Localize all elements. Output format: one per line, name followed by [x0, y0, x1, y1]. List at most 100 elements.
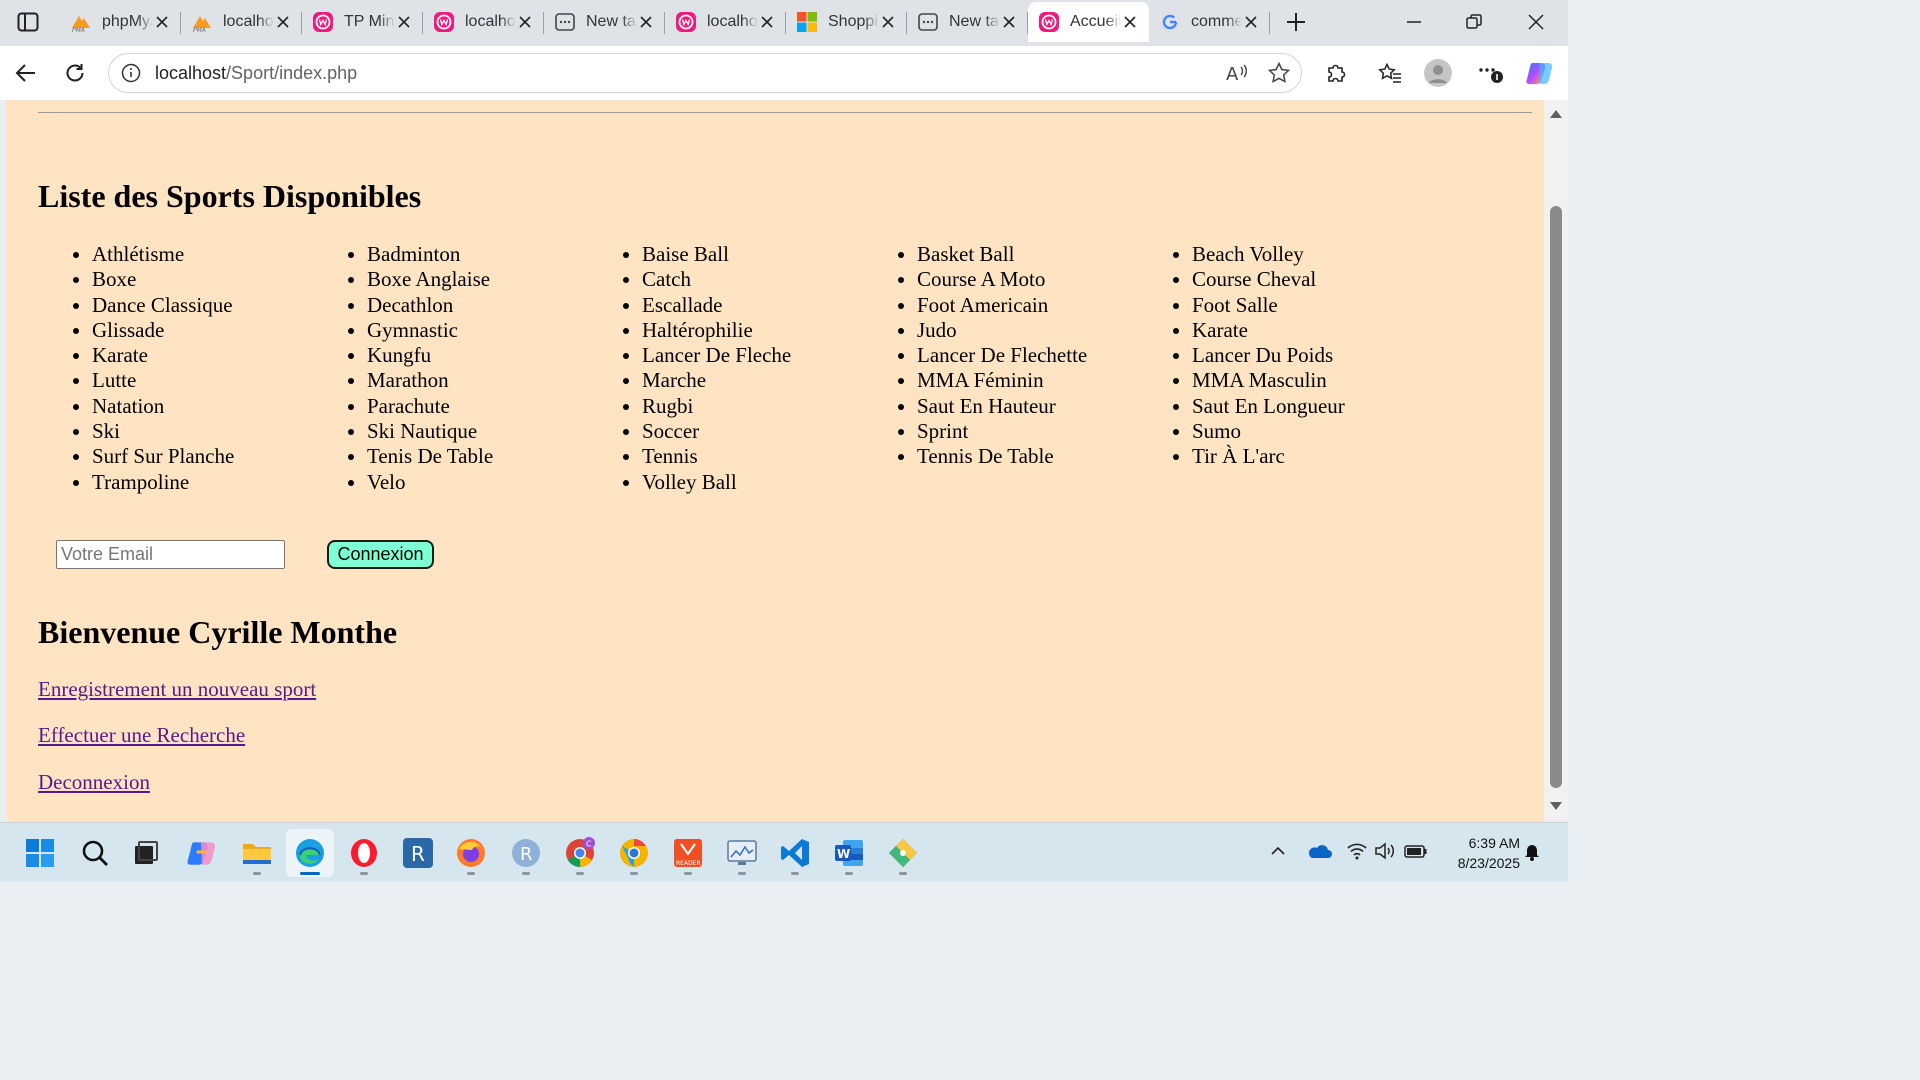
profile-button[interactable] [1420, 55, 1456, 91]
close-tab-icon[interactable] [274, 13, 292, 31]
tab-actions-button[interactable] [8, 6, 48, 38]
taskbar-firefox-button[interactable] [447, 829, 495, 877]
close-tab-icon[interactable] [516, 13, 534, 31]
sport-item: Lancer De Flechette [917, 343, 1138, 368]
r-icon: R [510, 837, 542, 869]
taskbar-task-view-button[interactable] [122, 829, 170, 877]
sport-item: MMA Féminin [917, 368, 1138, 393]
settings-more-button[interactable] [1472, 55, 1508, 91]
site-info-icon[interactable] [121, 63, 141, 87]
search-icon [81, 839, 109, 867]
vertical-scrollbar[interactable] [1544, 100, 1568, 822]
favorites-icon [1378, 62, 1401, 83]
close-tab-icon[interactable] [153, 13, 171, 31]
close-tab-icon[interactable] [1000, 13, 1018, 31]
running-indicator [845, 872, 853, 875]
taskbar-git-button[interactable] [879, 829, 927, 877]
close-tab-icon[interactable] [1242, 13, 1260, 31]
taskbar-file-explorer-button[interactable] [233, 829, 281, 877]
tab-3[interactable]: localhost [423, 2, 544, 42]
url-text[interactable]: localhost/Sport/index.php [155, 63, 357, 84]
sport-item: Velo [367, 470, 588, 495]
tab-7[interactable]: New tab [907, 2, 1028, 42]
running-indicator [360, 872, 368, 875]
copilot-icon [186, 837, 218, 869]
taskbar-chrome-button[interactable]: C [556, 829, 604, 877]
clock-date: 8/23/2025 [1457, 855, 1520, 871]
taskbar-copilot-button[interactable] [178, 829, 226, 877]
sport-item: Sumo [1192, 419, 1413, 444]
tab-2[interactable]: TP Mini Projet [302, 2, 423, 42]
running-indicator [738, 872, 746, 875]
show-hidden-icons-button[interactable] [1268, 841, 1288, 861]
tab-0[interactable]: PMA phpMyAdmin [60, 2, 181, 42]
extensions-button[interactable] [1318, 55, 1354, 91]
taskbar-pdf-reader-button[interactable]: READER [664, 829, 712, 877]
battery-icon[interactable] [1404, 841, 1428, 861]
favorites-button[interactable] [1372, 55, 1408, 91]
tab-title: TP Mini Projet [344, 13, 395, 30]
taskbar-vscode-button[interactable] [771, 829, 819, 877]
new-tab-button[interactable] [1280, 8, 1312, 36]
tab-8[interactable]: Accueil [1028, 2, 1149, 42]
add-favorite-icon[interactable] [1267, 61, 1291, 89]
taskbar-edge-button[interactable] [286, 829, 334, 877]
tab-1[interactable]: PMA localhost [181, 2, 302, 42]
close-tab-icon[interactable] [879, 13, 897, 31]
copilot-button[interactable] [1522, 55, 1558, 91]
close-tab-icon[interactable] [1121, 13, 1139, 31]
refresh-button[interactable] [57, 55, 93, 91]
onedrive-icon[interactable] [1306, 841, 1332, 861]
sport-item: Dance Classique [92, 293, 313, 318]
tab-6[interactable]: Shopping [786, 2, 907, 42]
read-aloud-icon[interactable]: A [1225, 61, 1249, 89]
notification-bell-icon[interactable] [1522, 841, 1542, 861]
register-sport-link[interactable]: Enregistrement un nouveau sport [38, 677, 316, 702]
close-tab-icon[interactable] [395, 13, 413, 31]
running-indicator [791, 872, 799, 875]
taskbar-chrome-canary-button[interactable] [610, 829, 658, 877]
close-tab-icon[interactable] [758, 13, 776, 31]
restore-button[interactable] [1444, 6, 1504, 38]
taskbar-word-button[interactable]: W [825, 829, 873, 877]
system-clock[interactable]: 6:39 AM 8/23/2025 [1440, 833, 1520, 873]
sport-item: Tennis [642, 444, 863, 469]
sport-item: Boxe [92, 267, 313, 292]
edge-icon [294, 837, 326, 869]
scroll-up-arrow-icon[interactable] [1550, 110, 1562, 118]
arrow-left-icon [15, 64, 35, 82]
sport-item: Basket Ball [917, 242, 1138, 267]
sport-item: Tennis De Table [917, 444, 1138, 469]
volume-icon[interactable] [1374, 841, 1396, 861]
logout-link[interactable]: Deconnexion [38, 770, 150, 795]
taskbar-r-button[interactable]: R [502, 829, 550, 877]
taskbar-monitor-button[interactable] [718, 829, 766, 877]
tab-4[interactable]: New tab [544, 2, 665, 42]
back-button[interactable] [8, 55, 44, 91]
tab-title: localhost [223, 13, 274, 30]
wamp-icon [433, 11, 455, 33]
sport-item: Saut En Longueur [1192, 394, 1413, 419]
sport-item: Beach Volley [1192, 242, 1413, 267]
close-window-button[interactable] [1506, 6, 1566, 38]
connexion-button[interactable]: Connexion [327, 540, 434, 569]
taskbar-rstudio-button[interactable]: R [394, 829, 442, 877]
scroll-down-arrow-icon[interactable] [1550, 802, 1562, 810]
sport-item: Glissade [92, 318, 313, 343]
address-bar[interactable]: localhost/Sport/index.php A [108, 53, 1302, 93]
taskbar-opera-button[interactable] [340, 829, 388, 877]
minimize-button[interactable] [1384, 6, 1444, 38]
word-icon: W [833, 837, 865, 869]
refresh-icon [66, 64, 84, 82]
tab-9[interactable]: comment [1149, 2, 1270, 42]
taskbar-windows-start-button[interactable] [16, 829, 64, 877]
close-tab-icon[interactable] [637, 13, 655, 31]
search-link[interactable]: Effectuer une Recherche [38, 723, 245, 748]
taskbar-search-button[interactable] [71, 829, 119, 877]
scroll-thumb[interactable] [1550, 206, 1562, 788]
tab-5[interactable]: localhost [665, 2, 786, 42]
wifi-icon[interactable] [1346, 841, 1368, 861]
navigation-bar: localhost/Sport/index.php A [0, 46, 1568, 100]
email-input[interactable] [56, 540, 285, 569]
sport-item: Soccer [642, 419, 863, 444]
